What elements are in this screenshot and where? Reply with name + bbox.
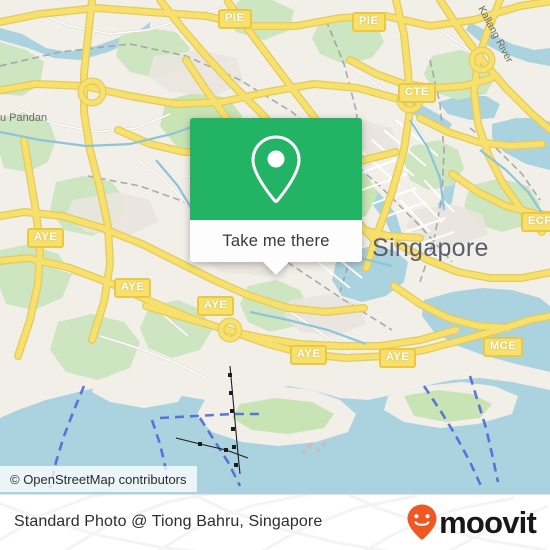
map-pin-icon (251, 135, 301, 203)
road-shield-aye-4[interactable]: AYE (290, 345, 328, 365)
popup-pointer-arrow (263, 262, 289, 275)
moovit-pin-smile-icon (407, 504, 437, 540)
popup-action-bar[interactable]: Take me there (190, 220, 362, 275)
map-canvas[interactable]: Singapore u Pandan Kallang River PIE PIE… (0, 0, 550, 494)
footer-place-title: Standard Photo @ Tiong Bahru, Singapore (14, 513, 323, 530)
map-city-label: Singapore (372, 234, 489, 262)
map-popup-card[interactable]: Take me there (190, 118, 362, 275)
moovit-brand-logo[interactable]: moovit (407, 504, 537, 540)
map-place-label-ulu-pandan: u Pandan (0, 112, 48, 124)
road-shield-mce[interactable]: MCE (483, 337, 524, 357)
road-shield-aye-1[interactable]: AYE (27, 228, 65, 248)
road-shield-aye-2[interactable]: AYE (114, 278, 152, 298)
road-shield-pie-west[interactable]: PIE (218, 9, 252, 29)
footer-bar: Standard Photo @ Tiong Bahru, Singapore … (0, 494, 550, 550)
osm-attribution-bar[interactable]: © OpenStreetMap contributors (0, 466, 197, 492)
road-shield-cte[interactable]: CTE (398, 83, 436, 103)
road-shield-aye-3[interactable]: AYE (197, 296, 235, 316)
moovit-wordmark: moovit (439, 504, 537, 540)
moovit-map-screenshot: Singapore u Pandan Kallang River PIE PIE… (0, 0, 550, 550)
road-shield-pie-east[interactable]: PIE (352, 12, 386, 32)
take-me-there-label: Take me there (222, 231, 330, 250)
osm-attribution-text: © OpenStreetMap contributors (10, 471, 187, 487)
road-shield-ecp[interactable]: ECP (521, 212, 550, 232)
popup-image-area (190, 118, 362, 220)
road-shield-aye-5[interactable]: AYE (379, 348, 417, 368)
